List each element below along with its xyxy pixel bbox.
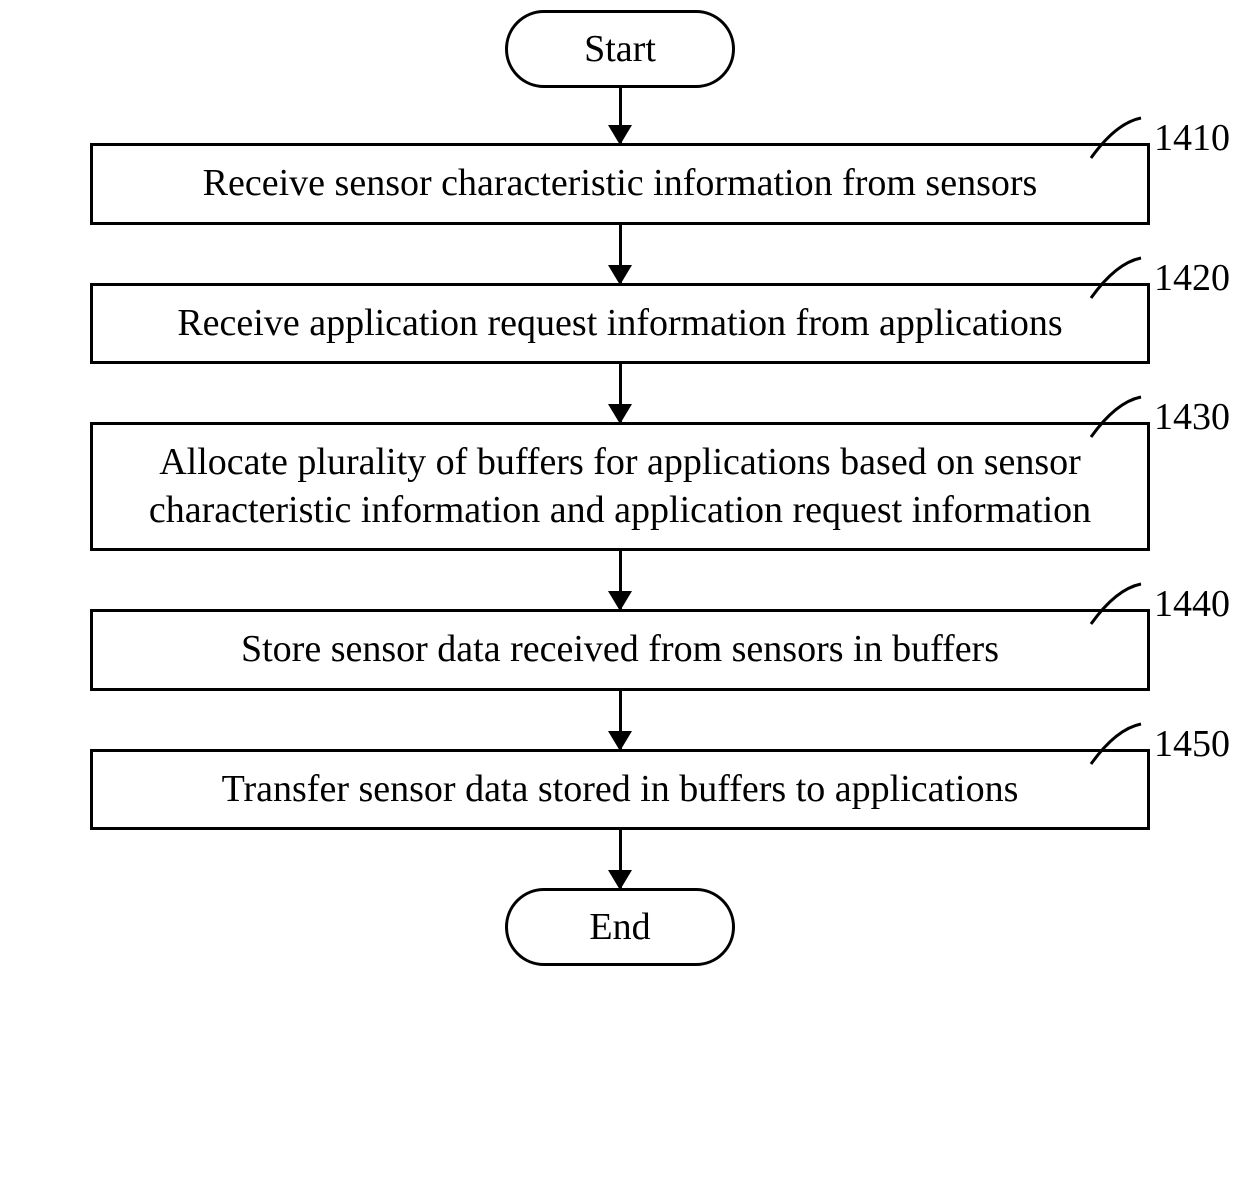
step-id-1420: 1420	[1154, 256, 1230, 300]
arrow-icon	[619, 691, 622, 749]
flowchart-container: Start 1410 Receive sensor characteristic…	[50, 10, 1190, 966]
process-box-1420: Receive application request information …	[90, 283, 1150, 365]
arrow-icon	[619, 88, 622, 143]
arrow-icon	[619, 364, 622, 422]
step-wrapper-1420: 1420 Receive application request informa…	[90, 283, 1150, 365]
step-id-1430: 1430	[1154, 395, 1230, 439]
leader-line-icon	[1086, 579, 1146, 629]
process-box-1440: Store sensor data received from sensors …	[90, 609, 1150, 691]
step-label-1450: 1450	[1086, 719, 1230, 769]
process-box-1410: Receive sensor characteristic informatio…	[90, 143, 1150, 225]
process-box-1450: Transfer sensor data stored in buffers t…	[90, 749, 1150, 831]
arrow-connector	[50, 225, 1190, 283]
process-text-1430: Allocate plurality of buffers for applic…	[113, 439, 1127, 534]
terminal-end: End	[505, 888, 735, 966]
arrow-icon	[619, 225, 622, 283]
leader-line-icon	[1086, 253, 1146, 303]
step-wrapper-1430: 1430 Allocate plurality of buffers for a…	[90, 422, 1150, 551]
step-wrapper-1450: 1450 Transfer sensor data stored in buff…	[90, 749, 1150, 831]
arrow-icon	[619, 551, 622, 609]
process-text-1420: Receive application request information …	[177, 300, 1062, 348]
leader-line-icon	[1086, 719, 1146, 769]
step-label-1410: 1410	[1086, 113, 1230, 163]
leader-line-icon	[1086, 113, 1146, 163]
process-text-1440: Store sensor data received from sensors …	[241, 626, 999, 674]
arrow-connector	[50, 830, 1190, 888]
step-label-1430: 1430	[1086, 392, 1230, 442]
arrow-connector	[50, 551, 1190, 609]
process-box-1430: Allocate plurality of buffers for applic…	[90, 422, 1150, 551]
step-wrapper-1440: 1440 Store sensor data received from sen…	[90, 609, 1150, 691]
process-text-1410: Receive sensor characteristic informatio…	[203, 160, 1038, 208]
step-wrapper-1410: 1410 Receive sensor characteristic infor…	[90, 143, 1150, 225]
leader-line-icon	[1086, 392, 1146, 442]
arrow-connector	[50, 364, 1190, 422]
terminal-end-label: End	[589, 905, 650, 949]
step-label-1440: 1440	[1086, 579, 1230, 629]
arrow-connector	[50, 88, 1190, 143]
step-label-1420: 1420	[1086, 253, 1230, 303]
arrow-icon	[619, 830, 622, 888]
step-id-1440: 1440	[1154, 582, 1230, 626]
terminal-start-label: Start	[584, 27, 656, 71]
arrow-connector	[50, 691, 1190, 749]
terminal-start: Start	[505, 10, 735, 88]
step-id-1410: 1410	[1154, 116, 1230, 160]
process-text-1450: Transfer sensor data stored in buffers t…	[222, 766, 1019, 814]
step-id-1450: 1450	[1154, 722, 1230, 766]
